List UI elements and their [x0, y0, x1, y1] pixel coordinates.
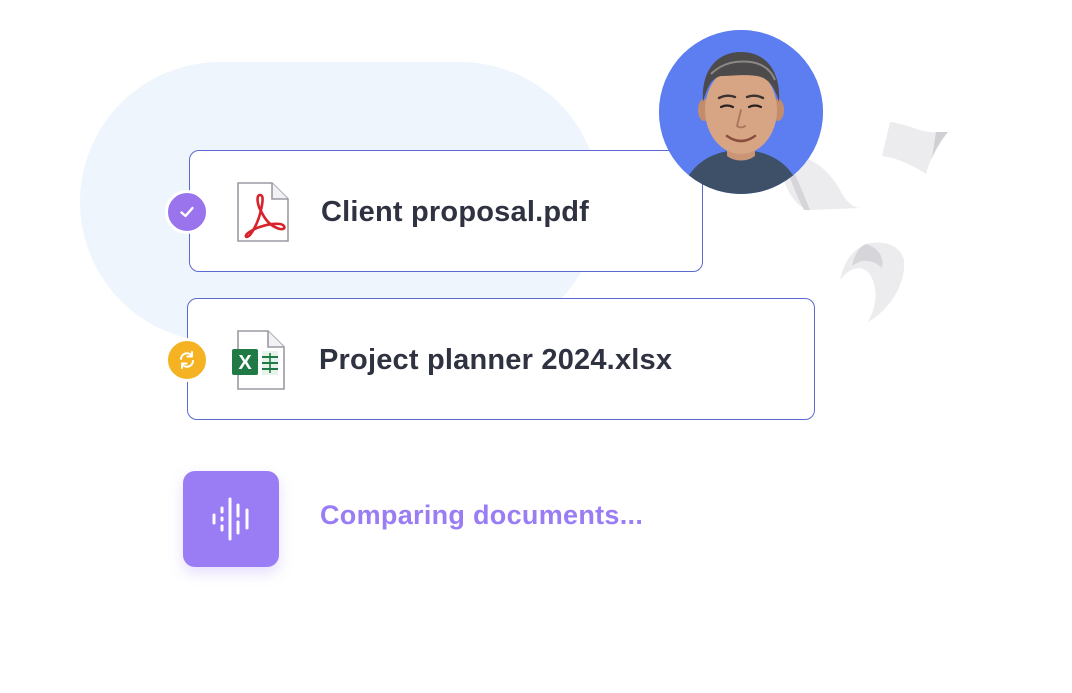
- status-done-badge: [165, 190, 209, 234]
- file-name: Project planner 2024.xlsx: [319, 344, 673, 376]
- comparing-status-label: Comparing documents...: [320, 500, 644, 530]
- audio-waveform-icon: [212, 497, 249, 541]
- person-photo: [659, 30, 823, 194]
- file-card-project-planner[interactable]: X Project planner 2024.xlsx: [187, 298, 815, 420]
- floating-paper-3-icon: [840, 242, 905, 322]
- file-card-client-proposal[interactable]: Client proposal.pdf: [189, 150, 703, 272]
- floating-paper-2-icon: [882, 122, 948, 174]
- sync-icon: [180, 351, 194, 369]
- excel-icon-letter: X: [238, 352, 252, 374]
- status-sync-badge: [165, 338, 209, 382]
- file-name: Client proposal.pdf: [321, 196, 590, 228]
- checkmark-icon: [180, 206, 194, 218]
- comparing-status-tile: [183, 471, 279, 567]
- excel-icon: X: [232, 330, 285, 390]
- pdf-icon: [237, 182, 289, 242]
- user-avatar[interactable]: [659, 30, 823, 194]
